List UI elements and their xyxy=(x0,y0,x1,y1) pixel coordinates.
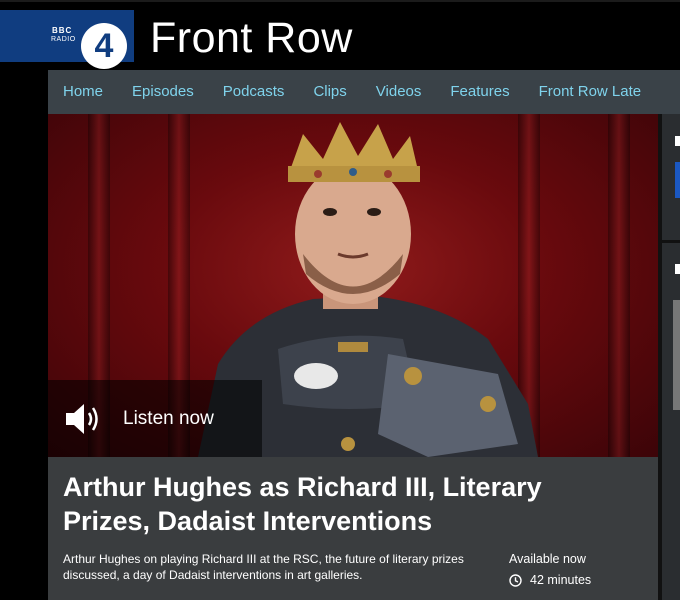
episode-details: Arthur Hughes as Richard III, Literary P… xyxy=(48,457,658,600)
nav-item-front-row-late[interactable]: Front Row Late xyxy=(539,70,642,114)
sidebar-thumbnail[interactable] xyxy=(673,300,680,410)
sidebar-panel-marker xyxy=(675,264,680,274)
episode-description: Arthur Hughes on playing Richard III at … xyxy=(63,552,464,582)
episode-title[interactable]: Arthur Hughes as Richard III, Literary P… xyxy=(63,470,623,538)
header-rule xyxy=(0,0,680,2)
nav-item-home[interactable]: Home xyxy=(63,70,103,114)
nav-item-clips[interactable]: Clips xyxy=(313,70,346,114)
show-title[interactable]: Front Row xyxy=(150,12,353,64)
nav-item-features[interactable]: Features xyxy=(450,70,509,114)
listen-now-label: Listen now xyxy=(123,408,214,429)
site-header: BBC RADIO 4 Front Row xyxy=(0,0,680,70)
programme-nav: Home Episodes Podcasts Clips Videos Feat… xyxy=(48,70,680,114)
episode-duration: 42 minutes xyxy=(509,572,591,588)
nav-item-videos[interactable]: Videos xyxy=(376,70,422,114)
sidebar-panel-marker xyxy=(675,136,680,146)
nav-item-podcasts[interactable]: Podcasts xyxy=(223,70,285,114)
radio-logo-text: RADIO xyxy=(51,36,76,43)
duration-label: 42 minutes xyxy=(530,573,592,587)
nav-item-episodes[interactable]: Episodes xyxy=(132,70,194,114)
clock-icon xyxy=(509,573,522,587)
sidebar-panel[interactable] xyxy=(662,243,680,600)
bbc-logo-text: BBC xyxy=(52,26,73,35)
radio4-number-logo: 4 xyxy=(81,23,127,69)
availability-status: Available now xyxy=(509,552,586,566)
listen-now-button[interactable]: Listen now xyxy=(48,380,262,457)
episode-hero-image[interactable]: Listen now xyxy=(48,114,658,457)
speaker-icon xyxy=(66,404,98,434)
radio4-logo[interactable]: BBC RADIO 4 xyxy=(0,10,134,69)
sidebar-panel-accent xyxy=(675,162,680,198)
